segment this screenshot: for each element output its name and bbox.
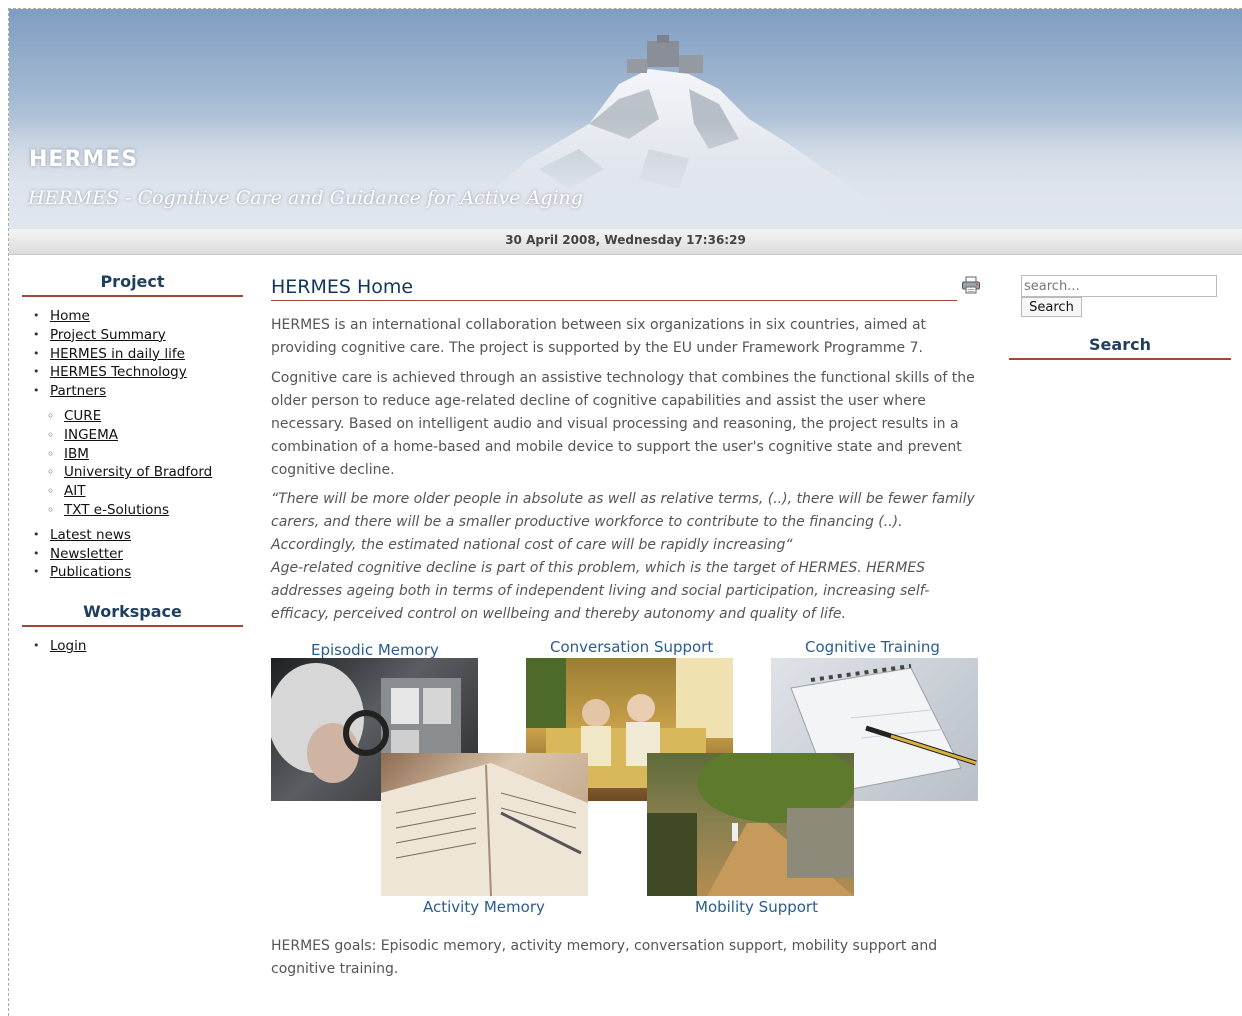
menu-link-newsletter[interactable]: Newsletter (50, 546, 123, 562)
goals-collage: Episodic Memory Conversation Support Cog… (271, 638, 979, 918)
site-slogan: HERMES - Cognitive Care and Guidance for… (28, 187, 583, 209)
search-module-title: Search (1009, 335, 1231, 360)
menu-item-project-summary: Project Summary (22, 326, 243, 345)
workspace-module-title: Workspace (22, 602, 243, 628)
site-title: HERMES (29, 147, 139, 172)
partner-item-cure: CURE (22, 407, 243, 426)
left-sidebar: Project Home Project Summary HERMES in d… (22, 272, 243, 656)
quote-paragraph: “There will be more older people in abso… (271, 488, 979, 626)
partner-link-txt[interactable]: TXT e-Solutions (64, 502, 169, 518)
menu-link-daily-life[interactable]: HERMES in daily life (50, 346, 185, 362)
quote-text: “There will be more older people in abso… (271, 491, 975, 553)
menu-link-latest-news[interactable]: Latest news (50, 527, 131, 543)
partner-link-ait[interactable]: AIT (64, 483, 85, 499)
page-title: HERMES Home (271, 276, 957, 301)
quote-followup: Age-related cognitive decline is part of… (271, 560, 930, 622)
search-input[interactable] (1021, 275, 1217, 297)
menu-link-project-summary[interactable]: Project Summary (50, 327, 166, 343)
menu-item-technology: HERMES Technology (22, 363, 243, 382)
main-content: HERMES Home HERMES is an international c… (271, 276, 981, 918)
project-menu: Home Project Summary HERMES in daily lif… (22, 307, 243, 582)
banner-fog (9, 119, 1242, 229)
menu-item-newsletter: Newsletter (22, 545, 243, 564)
menu-link-partners[interactable]: Partners (50, 383, 106, 399)
collage-caption: HERMES goals: Episodic memory, activity … (271, 938, 938, 977)
menu-item-publications: Publications (22, 563, 243, 582)
menu-link-technology[interactable]: HERMES Technology (50, 364, 187, 380)
menu-item-latest-news: Latest news (22, 526, 243, 545)
label-episodic-memory: Episodic Memory (311, 641, 439, 659)
search-button[interactable]: Search (1021, 297, 1082, 317)
header-banner: HERMES HERMES - Cognitive Care and Guida… (9, 9, 1242, 229)
partner-item-ingema: INGEMA (22, 426, 243, 445)
menu-link-login[interactable]: Login (50, 638, 86, 654)
cognitive-care-paragraph: Cognitive care is achieved through an as… (271, 370, 975, 478)
photo-activity-art (381, 763, 588, 896)
label-cognitive-training: Cognitive Training (805, 638, 940, 656)
photo-mobility-support (647, 753, 854, 896)
project-module-title: Project (22, 272, 243, 297)
partner-item-bradford: University of Bradford (22, 463, 243, 482)
partner-link-ibm[interactable]: IBM (64, 446, 89, 462)
menu-item-login: Login (22, 637, 243, 656)
intro-paragraph: HERMES is an international collaboration… (271, 317, 927, 356)
label-mobility-support: Mobility Support (695, 898, 818, 916)
partner-item-ibm: IBM (22, 445, 243, 464)
label-activity-memory: Activity Memory (423, 898, 545, 916)
partner-item-ait: AIT (22, 482, 243, 501)
menu-item-daily-life: HERMES in daily life (22, 345, 243, 364)
menu-link-home[interactable]: Home (50, 308, 90, 324)
photo-mobility-art (647, 753, 854, 896)
label-conversation-support: Conversation Support (550, 638, 714, 656)
photo-activity-memory (381, 753, 588, 896)
date-bar: 30 April 2008, Wednesday 17:36:29 (9, 229, 1242, 255)
menu-item-home: Home (22, 307, 243, 326)
partner-link-cure[interactable]: CURE (64, 408, 101, 424)
menu-item-partners: Partners (22, 382, 243, 401)
partner-item-txt: TXT e-Solutions (22, 501, 243, 520)
workspace-menu: Login (22, 637, 243, 656)
menu-link-publications[interactable]: Publications (50, 564, 131, 580)
print-icon[interactable] (961, 276, 981, 294)
partner-link-ingema[interactable]: INGEMA (64, 427, 118, 443)
partner-link-bradford[interactable]: University of Bradford (64, 464, 212, 480)
